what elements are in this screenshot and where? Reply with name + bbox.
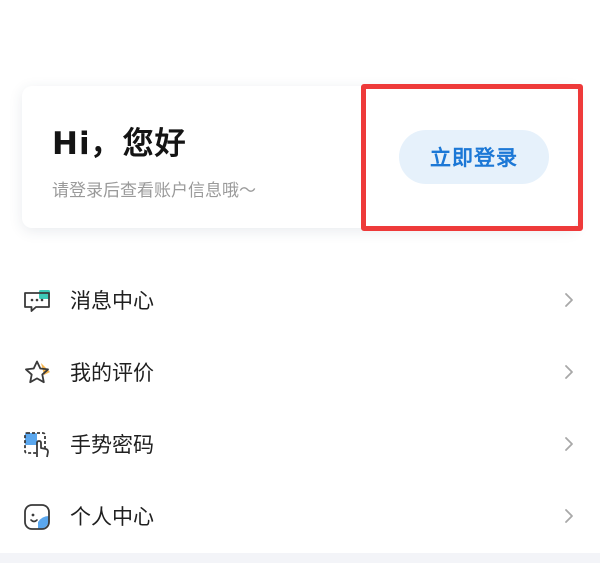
star-icon: [25, 360, 50, 384]
menu-item-personal-center[interactable]: 个人中心: [0, 480, 600, 552]
login-button[interactable]: 立即登录: [399, 130, 549, 184]
menu-item-label: 手势密码: [70, 433, 154, 457]
chevron-right-icon: [565, 509, 573, 523]
gesture-icon: [24, 432, 49, 458]
menu-item-gesture-password[interactable]: 手势密码: [0, 408, 600, 480]
login-card: Hi，您好 请登录后查看账户信息哦～ 立即登录: [22, 86, 578, 228]
screen: Hi，您好 请登录后查看账户信息哦～ 立即登录 消息中心 我的评价 手势密码 个…: [0, 0, 600, 563]
chevron-right-icon: [565, 437, 573, 451]
greeting-title: Hi，您好: [52, 126, 187, 162]
chevron-right-icon: [565, 365, 573, 379]
menu-list: 消息中心 我的评价 手势密码 个人中心: [0, 264, 600, 552]
message-icon: [24, 290, 50, 312]
chevron-right-icon: [565, 293, 573, 307]
profile-icon: [24, 504, 50, 530]
menu-item-message-center[interactable]: 消息中心: [0, 264, 600, 336]
menu-item-label: 消息中心: [70, 289, 154, 313]
bottom-divider: [0, 553, 600, 563]
login-hint: 请登录后查看账户信息哦～: [52, 181, 256, 201]
menu-item-label: 我的评价: [70, 361, 154, 385]
menu-item-my-reviews[interactable]: 我的评价: [0, 336, 600, 408]
menu-item-label: 个人中心: [70, 505, 154, 529]
